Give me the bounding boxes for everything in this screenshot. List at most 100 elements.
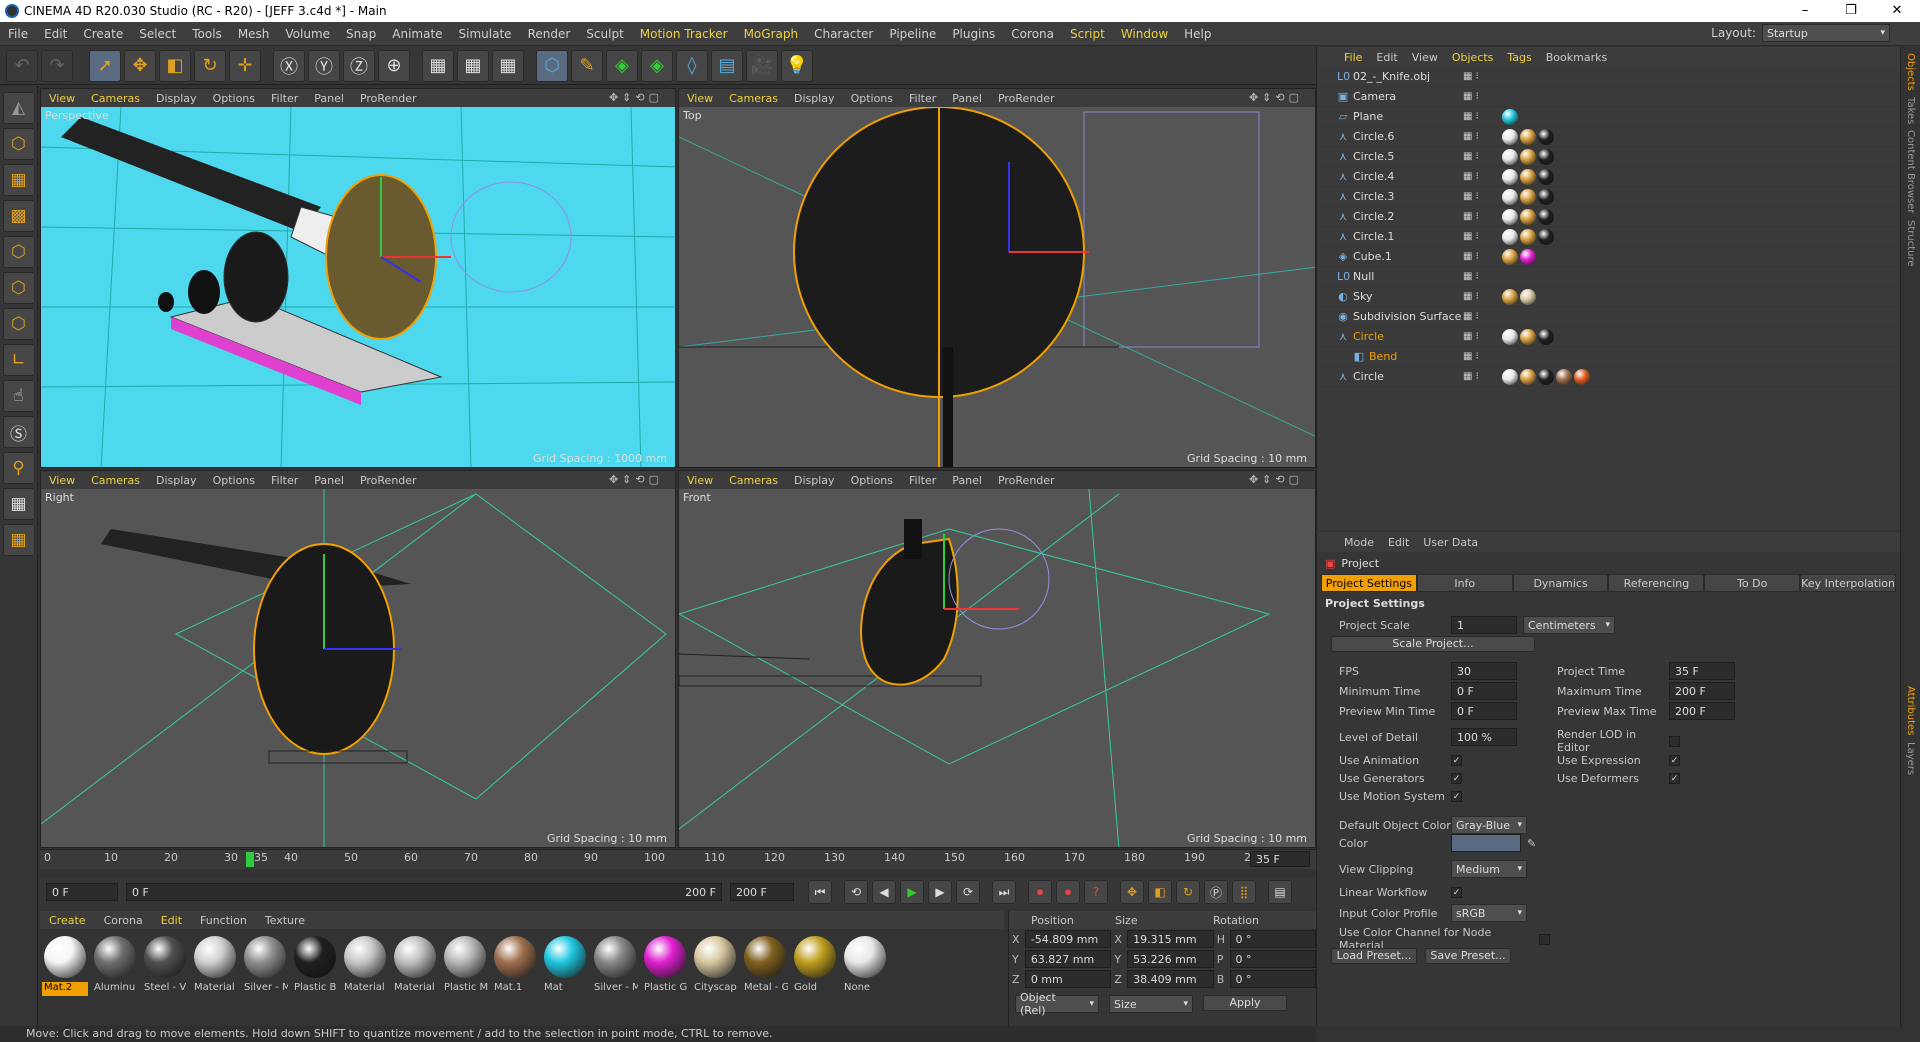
default-object-color-dropdown[interactable]: Gray-Blue: [1451, 816, 1527, 834]
menu-item-file[interactable]: File: [0, 27, 36, 41]
object-name[interactable]: Null: [1353, 270, 1374, 283]
floor-icon[interactable]: ▤: [711, 49, 743, 82]
texture-mode-icon[interactable]: ▦: [2, 164, 35, 196]
viewport-menu-cameras[interactable]: Cameras: [83, 92, 148, 105]
material-menu-edit[interactable]: Edit: [152, 914, 191, 927]
material-preview[interactable]: [444, 936, 486, 978]
autokey-icon[interactable]: ⏺: [1056, 880, 1080, 904]
object-menu-file[interactable]: File: [1337, 51, 1369, 64]
material-tag-icon[interactable]: [1520, 368, 1536, 385]
viewport-menu-filter[interactable]: Filter: [901, 474, 944, 487]
size-mode-dropdown[interactable]: Size: [1109, 995, 1193, 1013]
material-swatch[interactable]: None: [842, 934, 888, 1022]
render-view-icon[interactable]: ▦: [422, 49, 454, 82]
material-preview[interactable]: [644, 936, 686, 978]
material-tag-icon[interactable]: [1538, 148, 1554, 165]
material-tag-icon[interactable]: [1502, 128, 1518, 145]
material-tag-icon[interactable]: [1520, 128, 1536, 145]
object-menu-objects[interactable]: Objects: [1445, 51, 1501, 64]
position-field[interactable]: 63.827 mm: [1024, 950, 1112, 968]
camera-icon[interactable]: 🎥: [746, 49, 778, 82]
object-menu-tags[interactable]: Tags: [1500, 51, 1538, 64]
object-row[interactable]: ⋏ Circle.4 ▦ ⁝: [1317, 167, 1900, 187]
visibility-flags[interactable]: ▦ ⁝: [1463, 231, 1479, 242]
material-tag-icon[interactable]: [1538, 368, 1554, 385]
menu-item-pipeline[interactable]: Pipeline: [881, 27, 944, 41]
material-menu-function[interactable]: Function: [191, 914, 256, 927]
material-swatch[interactable]: Mat.2: [42, 934, 88, 1022]
attribute-menu-mode[interactable]: Mode: [1337, 536, 1381, 549]
light-icon[interactable]: 💡: [781, 49, 813, 82]
object-row[interactable]: ▣ Camera ▦ ⁝: [1317, 87, 1900, 107]
menu-item-tools[interactable]: Tools: [184, 27, 230, 41]
viewport-menu-filter[interactable]: Filter: [263, 474, 306, 487]
viewport-menu-display[interactable]: Display: [148, 92, 205, 105]
viewport-menu-cameras[interactable]: Cameras: [83, 474, 148, 487]
material-tag-icon[interactable]: [1520, 168, 1536, 185]
material-swatch[interactable]: Plastic G: [642, 934, 688, 1022]
layout-dropdown[interactable]: Startup: [1762, 24, 1890, 42]
record-pla-icon[interactable]: ⣿: [1232, 880, 1256, 904]
viewport-menu-panel[interactable]: Panel: [944, 92, 990, 105]
record-position-icon[interactable]: ✥: [1120, 880, 1144, 904]
material-tag-icon[interactable]: [1502, 208, 1518, 225]
view-clipping-dropdown[interactable]: Medium: [1451, 860, 1527, 878]
viewport-menu-prorender[interactable]: ProRender: [352, 92, 425, 105]
object-name[interactable]: Circle.4: [1353, 170, 1394, 183]
viewport-menu-view[interactable]: View: [679, 92, 721, 105]
right-canvas[interactable]: [41, 489, 675, 847]
material-tag-icon[interactable]: [1502, 368, 1518, 385]
viewport-menu-panel[interactable]: Panel: [944, 474, 990, 487]
material-preview[interactable]: [544, 936, 586, 978]
viewport-menu-view[interactable]: View: [41, 474, 83, 487]
timeline-playhead[interactable]: [246, 852, 254, 867]
material-tag-icon[interactable]: [1538, 228, 1554, 245]
object-row[interactable]: ⋏ Circle ▦ ⁝: [1317, 327, 1900, 347]
object-row[interactable]: ⋏ Circle.1 ▦ ⁝: [1317, 227, 1900, 247]
viewport-nav-icons[interactable]: ✥⇕⟲▢: [601, 91, 671, 104]
size-field[interactable]: 38.409 mm: [1127, 970, 1214, 988]
side-tab-objects[interactable]: Objects: [1905, 53, 1916, 91]
viewport-nav-icons[interactable]: ✥⇕⟲▢: [1241, 473, 1311, 486]
material-preview[interactable]: [294, 936, 336, 978]
keyframe-selection-icon[interactable]: ?: [1084, 880, 1108, 904]
object-name[interactable]: Sky: [1353, 290, 1372, 303]
timeline-window-icon[interactable]: ▤: [1268, 880, 1292, 904]
linear-workflow-checkbox[interactable]: ✓: [1451, 887, 1462, 898]
menu-item-character[interactable]: Character: [806, 27, 881, 41]
menu-item-render[interactable]: Render: [520, 27, 579, 41]
viewport-menu-prorender[interactable]: ProRender: [352, 474, 425, 487]
pen-spline-icon[interactable]: ✎: [571, 49, 603, 82]
deformer-icon[interactable]: ◊: [676, 49, 708, 82]
visibility-flags[interactable]: ▦ ⁝: [1463, 311, 1479, 322]
material-tag-icon[interactable]: [1502, 148, 1518, 165]
previous-frame-icon[interactable]: ◀: [872, 880, 896, 904]
maximize-button[interactable]: ❐: [1828, 0, 1874, 22]
material-tag-icon[interactable]: [1520, 328, 1536, 345]
visibility-flags[interactable]: ▦ ⁝: [1463, 151, 1479, 162]
object-row[interactable]: ◉ Subdivision Surface ▦ ⁝: [1317, 307, 1900, 327]
object-name[interactable]: Plane: [1353, 110, 1383, 123]
viewport-menu-display[interactable]: Display: [148, 474, 205, 487]
workplane-mode-icon[interactable]: ▩: [2, 200, 35, 232]
object-name[interactable]: 02_-_Knife.obj: [1353, 70, 1430, 83]
rotation-field[interactable]: 0 °: [1229, 970, 1317, 988]
material-preview[interactable]: [44, 936, 86, 978]
next-frame-icon[interactable]: ▶: [928, 880, 952, 904]
size-field[interactable]: 53.226 mm: [1127, 950, 1214, 968]
material-preview[interactable]: [394, 936, 436, 978]
tab-project-settings[interactable]: Project Settings: [1321, 574, 1417, 592]
close-button[interactable]: ✕: [1874, 0, 1920, 22]
x-axis-lock-icon[interactable]: Ⓧ: [273, 49, 305, 82]
record-scale-icon[interactable]: ◧: [1148, 880, 1172, 904]
top-canvas[interactable]: [679, 106, 1315, 467]
viewport-menu-view[interactable]: View: [41, 92, 83, 105]
use-deformers-checkbox[interactable]: ✓: [1669, 773, 1680, 784]
menu-item-select[interactable]: Select: [131, 27, 184, 41]
viewport-front[interactable]: View Cameras Display Options Filter Panel ProR…: [678, 470, 1316, 848]
material-swatch[interactable]: Cityscap: [692, 934, 738, 1022]
material-swatch[interactable]: Material: [342, 934, 388, 1022]
previous-key-icon[interactable]: ⟲: [844, 880, 868, 904]
material-preview[interactable]: [194, 936, 236, 978]
material-tag-icon[interactable]: [1502, 328, 1518, 345]
